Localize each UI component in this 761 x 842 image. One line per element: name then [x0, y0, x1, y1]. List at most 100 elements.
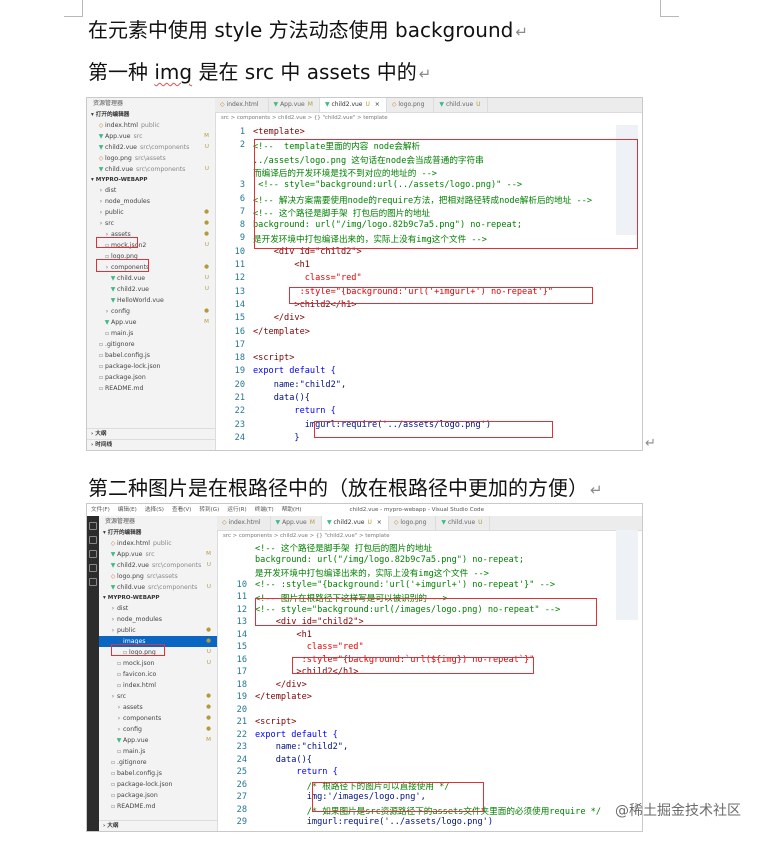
sidebar-section-header[interactable]: › 大纲: [87, 428, 215, 439]
file-tree-item[interactable]: ▫ README.md: [99, 801, 217, 812]
extensions-icon[interactable]: [89, 578, 97, 586]
line-number: 18: [234, 353, 245, 364]
file-tree-item[interactable]: ▫ index.html: [99, 680, 217, 691]
file-tree-item[interactable]: › public ●: [99, 625, 217, 636]
file-tree-item[interactable]: › config ●: [99, 724, 217, 735]
file-tree-item[interactable]: › assets ●: [99, 702, 217, 713]
file-tree-item[interactable]: ▫ package-lock.json: [99, 779, 217, 790]
file-tree-name: dist: [105, 187, 117, 194]
source-control-icon[interactable]: [89, 550, 97, 558]
files-icon[interactable]: [89, 522, 97, 530]
file-tree-item[interactable]: › dist: [87, 185, 215, 196]
close-icon[interactable]: ×: [373, 101, 380, 108]
project-header[interactable]: ▾ MYPRO-WEBAPP: [87, 175, 215, 185]
menu-item[interactable]: 文件(F): [87, 504, 114, 516]
run-icon[interactable]: [89, 564, 97, 572]
file-tree-item[interactable]: › config ●: [87, 306, 215, 317]
open-editor-item[interactable]: ◇ logo.png src\assets: [99, 571, 217, 582]
git-status-badge: U: [206, 649, 211, 655]
editor-tab[interactable]: ◇ logo.png: [387, 98, 435, 112]
tab-git-mark: U: [367, 519, 372, 526]
open-editor-item[interactable]: ▼ App.vue src M: [87, 131, 215, 142]
file-tree-item[interactable]: ▼ child.vue U: [87, 273, 215, 284]
file-tree-item[interactable]: › src ●: [99, 691, 217, 702]
menu-item[interactable]: 编辑(E): [114, 504, 141, 516]
menu-item[interactable]: 转到(G): [195, 504, 223, 516]
file-tree-item[interactable]: › node_modules: [87, 196, 215, 207]
file-tree-name: .gitignore: [105, 341, 135, 348]
open-editor-item[interactable]: ▼ child.vue src\components U: [99, 582, 217, 593]
file-tree-item[interactable]: › public ●: [87, 207, 215, 218]
file-tree-item[interactable]: ▫ README.md: [87, 383, 215, 394]
git-status-badge: U: [206, 562, 211, 568]
file-tree-item[interactable]: › node_modules: [99, 614, 217, 625]
file-tree-item[interactable]: ▼ child2.vue U: [87, 284, 215, 295]
file-tree-item[interactable]: ▫ package.json: [99, 790, 217, 801]
heading-2-part-c: 是在 src 中 assets 中的: [192, 60, 417, 84]
open-editor-path: src\components: [151, 562, 202, 569]
sidebar-section-header[interactable]: › 大纲: [99, 820, 217, 831]
open-editor-item[interactable]: ◇ logo.png src\assets: [87, 153, 215, 164]
open-editor-item[interactable]: ▼ child2.vue src\components U: [99, 560, 217, 571]
folder-chevron-icon: ›: [99, 198, 103, 205]
editor-tab[interactable]: ▼ App.vue M: [271, 516, 322, 530]
editor-tab[interactable]: ◇ index.html: [217, 516, 271, 530]
file-tree-item[interactable]: ▫ package-lock.json: [87, 361, 215, 372]
line-number: 23: [234, 419, 245, 430]
editor-tab[interactable]: ▼ child2.vue U ×: [321, 516, 389, 530]
highlight-box-style-binding: [289, 287, 593, 304]
open-editor-item[interactable]: ◇ index.html public: [99, 538, 217, 549]
line-number: 26: [236, 779, 247, 790]
tab-git-mark: M: [309, 519, 315, 526]
menu-item[interactable]: 运行(R): [223, 504, 250, 516]
search-icon[interactable]: [89, 536, 97, 544]
menu-item[interactable]: 帮助(H): [278, 504, 306, 516]
file-tree-item[interactable]: ▫ package.json: [87, 372, 215, 383]
file-tree-item[interactable]: ▼ HelloWorld.vue: [87, 295, 215, 306]
editor-tab[interactable]: ◇ index.html: [215, 98, 269, 112]
editor-tab[interactable]: ▼ child2.vue U ×: [319, 98, 387, 112]
file-tree-item[interactable]: › components ●: [99, 713, 217, 724]
menu-item[interactable]: 终端(T): [251, 504, 278, 516]
git-status-badge: ●: [206, 693, 211, 699]
file-tree-item[interactable]: ▼ App.vue M: [99, 735, 217, 746]
menu-item[interactable]: 选择(S): [141, 504, 168, 516]
file-tree-item[interactable]: ▫ babel.config.js: [99, 768, 217, 779]
line-number: 20: [236, 704, 247, 715]
screenshot-vscode-root-path: 文件(F) 编辑(E) 选择(S) 查看(V) 转到(G) 运行(R) 终端(T) 帮助(H)…: [86, 503, 643, 832]
editor-tab[interactable]: ▼ child.vue U: [434, 98, 488, 112]
open-editor-item[interactable]: ▼ child2.vue src\components U: [87, 142, 215, 153]
open-editors-header[interactable]: ▾ 打开的编辑器: [99, 528, 217, 538]
editor-tab[interactable]: ◇ logo.png: [389, 516, 437, 530]
file-tree-item[interactable]: › dist: [99, 603, 217, 614]
folder-chevron-icon: ›: [111, 616, 115, 623]
editor-tab[interactable]: ▼ App.vue M: [269, 98, 320, 112]
heading-2-part-img: img: [154, 60, 193, 84]
file-tree-name: src: [117, 693, 127, 700]
git-status-badge: U: [206, 584, 211, 590]
close-icon[interactable]: ×: [375, 519, 382, 526]
git-status-badge: U: [204, 242, 209, 248]
file-tree-item[interactable]: ▫ mock.json U: [99, 658, 217, 669]
open-editor-item[interactable]: ◇ index.html public: [87, 120, 215, 131]
file-tree-item[interactable]: ▫ babel.config.js: [87, 350, 215, 361]
open-editors-header[interactable]: ▾ 打开的编辑器: [87, 110, 215, 120]
file-tree-item[interactable]: ▫ main.js: [87, 328, 215, 339]
menu-item[interactable]: 查看(V): [168, 504, 195, 516]
line-number: 21: [236, 717, 247, 727]
git-status-badge: M: [206, 737, 211, 743]
file-tree-item[interactable]: › src ●: [87, 218, 215, 229]
file-tree-item[interactable]: ▼ App.vue M: [87, 317, 215, 328]
editor-tab[interactable]: ▼ child.vue U: [436, 516, 490, 530]
project-header[interactable]: ▾ MYPRO-WEBAPP: [99, 593, 217, 603]
file-tree-name: config: [111, 308, 130, 315]
file-icon: ▼: [110, 297, 116, 304]
file-tree-item[interactable]: ▫ .gitignore: [99, 757, 217, 768]
file-tree-item[interactable]: ▫ main.js: [99, 746, 217, 757]
file-tree-item[interactable]: ▫ .gitignore: [87, 339, 215, 350]
editor-tab-label: App.vue: [282, 519, 307, 526]
sidebar-section-header[interactable]: › 时间线: [87, 439, 215, 450]
open-editor-item[interactable]: ▼ child.vue src\components U: [87, 164, 215, 175]
file-tree-item[interactable]: ▫ favicon.ico: [99, 669, 217, 680]
open-editor-item[interactable]: ▼ App.vue src M: [99, 549, 217, 560]
